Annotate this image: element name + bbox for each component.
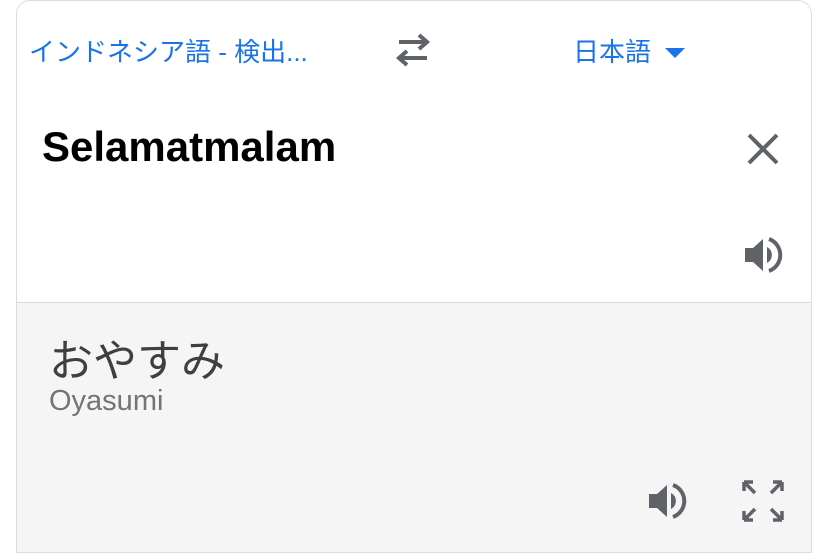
source-language-button[interactable]: インドネシア語 - 検出... xyxy=(29,32,308,69)
source-language-label: インドネシア語 - 検出... xyxy=(29,37,308,67)
romanization-text: Oyasumi xyxy=(49,385,164,417)
speaker-icon xyxy=(649,483,687,519)
close-icon xyxy=(747,133,779,165)
fullscreen-button[interactable] xyxy=(741,479,785,523)
translate-card: インドネシア語 - 検出... 日本語 Selamatmalam おやすみ Oy… xyxy=(16,0,812,553)
clear-button[interactable] xyxy=(743,129,783,169)
language-bar: インドネシア語 - 検出... 日本語 xyxy=(17,1,811,100)
target-language-label: 日本語 xyxy=(573,37,652,67)
swap-languages-button[interactable] xyxy=(391,32,435,68)
listen-translation-button[interactable] xyxy=(647,481,691,521)
speaker-icon xyxy=(745,237,783,273)
source-text[interactable]: Selamatmalam xyxy=(42,123,336,171)
listen-source-button[interactable] xyxy=(743,235,787,275)
translation-area: おやすみ Oyasumi xyxy=(17,303,811,553)
swap-languages-icon xyxy=(395,33,431,67)
translation-text: おやすみ xyxy=(49,336,225,387)
target-language-button[interactable]: 日本語 xyxy=(573,32,686,69)
source-text-area[interactable]: Selamatmalam xyxy=(17,99,811,303)
chevron-down-icon xyxy=(665,47,686,58)
fullscreen-icon xyxy=(742,480,784,522)
